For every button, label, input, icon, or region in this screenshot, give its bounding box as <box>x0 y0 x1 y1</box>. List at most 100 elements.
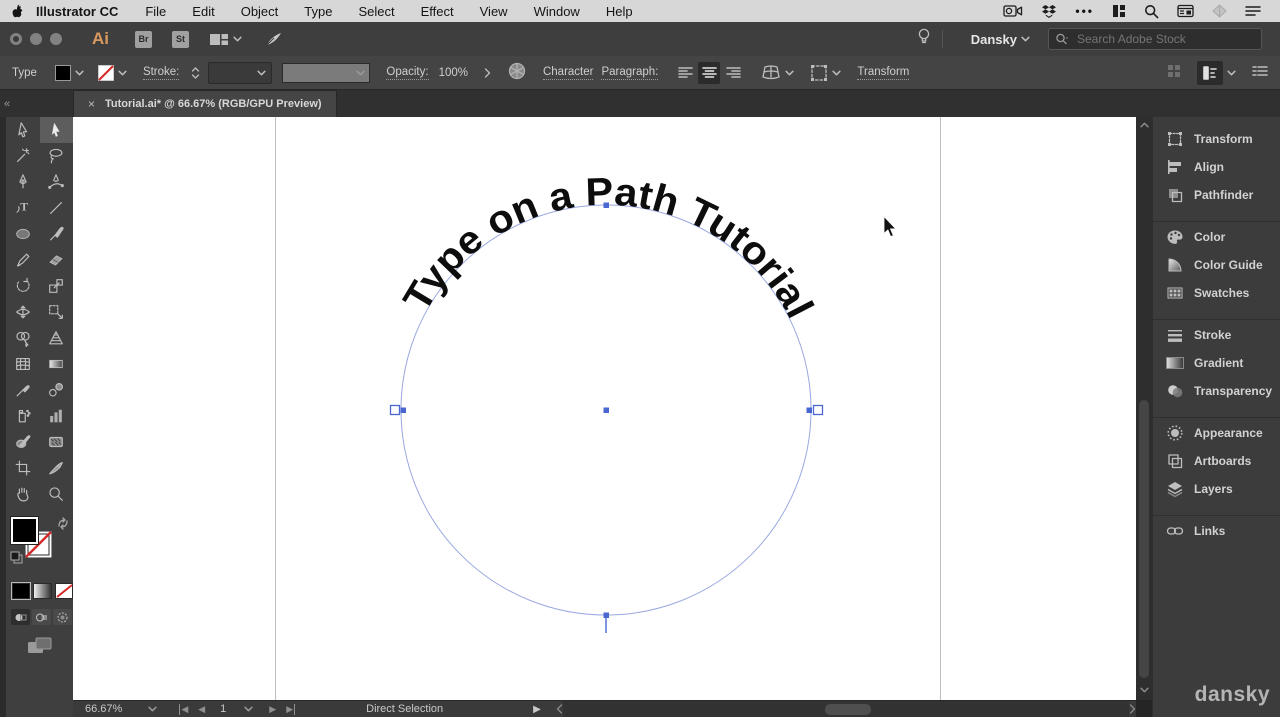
chevron-down-icon[interactable] <box>1227 70 1236 76</box>
panel-tab-transform[interactable]: Transform <box>1153 125 1280 153</box>
workspace-switcher[interactable]: Dansky <box>971 32 1030 47</box>
slice-tool[interactable] <box>40 455 74 481</box>
zoom-tool[interactable] <box>40 481 74 507</box>
paragraph-panel-label[interactable]: Paragraph: <box>601 66 659 80</box>
symbol-sprayer-tool[interactable] <box>6 403 40 429</box>
direct-selection-tool[interactable] <box>39 117 73 143</box>
magic-wand-tool[interactable] <box>6 143 40 169</box>
character-panel-label[interactable]: Character <box>542 66 594 80</box>
close-window-button[interactable] <box>10 33 22 45</box>
live-paint-selection-tool[interactable] <box>40 429 74 455</box>
fill-color-box[interactable] <box>11 517 38 544</box>
zoom-dropdown-icon[interactable] <box>148 706 157 712</box>
perspective-grid-tool[interactable] <box>40 325 74 351</box>
list-icon[interactable] <box>1245 5 1261 17</box>
rotate-tool[interactable] <box>6 273 40 299</box>
draw-normal-button[interactable] <box>11 609 30 625</box>
chevron-down-icon[interactable] <box>75 70 84 76</box>
last-artboard-button[interactable]: ▶ <box>286 703 296 715</box>
hand-tool[interactable] <box>6 481 40 507</box>
chevron-down-icon[interactable] <box>118 70 127 76</box>
minimize-window-button[interactable] <box>30 33 42 45</box>
search-icon[interactable] <box>1144 4 1159 19</box>
window-layout-icon[interactable] <box>1112 4 1126 18</box>
stock-button[interactable]: St <box>172 30 189 48</box>
line-segment-tool[interactable] <box>40 195 74 221</box>
panel-tab-color-guide[interactable]: Color Guide <box>1153 251 1280 279</box>
color-wheel-icon[interactable] <box>507 61 527 84</box>
live-paint-bucket-tool[interactable] <box>6 429 40 455</box>
screen-mode-button[interactable] <box>6 625 73 655</box>
paintbrush-tool[interactable] <box>40 221 74 247</box>
panel-menu-icon[interactable] <box>1252 65 1268 80</box>
pencil-tool[interactable] <box>6 247 40 273</box>
ellipse-tool[interactable] <box>6 221 40 247</box>
panel-tab-stroke[interactable]: Stroke <box>1153 321 1280 349</box>
chevron-right-icon[interactable] <box>484 67 491 78</box>
menu-edit[interactable]: Edit <box>192 4 214 19</box>
panel-tab-align[interactable]: Align <box>1153 153 1280 181</box>
color-button[interactable] <box>10 582 32 600</box>
scale-tool[interactable] <box>40 273 74 299</box>
menu-view[interactable]: View <box>480 4 508 19</box>
width-tool[interactable] <box>6 299 40 325</box>
blend-tool[interactable] <box>40 377 74 403</box>
eraser-tool[interactable] <box>40 247 74 273</box>
bridge-button[interactable]: Br <box>135 30 152 48</box>
panel-tab-pathfinder[interactable]: Pathfinder <box>1153 181 1280 209</box>
stroke-color-swatch[interactable] <box>97 64 114 81</box>
recolor-artwork-button[interactable] <box>761 64 794 82</box>
eyedropper-tool[interactable] <box>6 377 40 403</box>
artboard-dropdown-icon[interactable] <box>244 706 253 712</box>
status-flyout-icon[interactable]: ▶ <box>533 704 541 715</box>
more-icon[interactable]: ••• <box>1075 4 1094 18</box>
draw-inside-button[interactable] <box>53 609 72 625</box>
gradient-button[interactable] <box>33 583 52 599</box>
first-artboard-button[interactable]: ◀ <box>179 703 188 715</box>
horizontal-scrollbar-thumb[interactable] <box>824 704 871 715</box>
artboard-tool[interactable] <box>6 455 40 481</box>
align-right-button[interactable] <box>722 62 744 84</box>
menu-object[interactable]: Object <box>241 4 279 19</box>
vertical-scrollbar-thumb[interactable] <box>1139 400 1149 678</box>
menu-select[interactable]: Select <box>358 4 394 19</box>
gradient-tool[interactable] <box>40 351 74 377</box>
panel-tab-gradient[interactable]: Gradient <box>1153 349 1280 377</box>
none-button[interactable] <box>54 583 73 599</box>
calculator-icon[interactable] <box>1177 4 1194 18</box>
text-start-handle[interactable] <box>389 404 401 416</box>
pen-tool[interactable] <box>6 169 40 195</box>
adobe-stock-search[interactable] <box>1048 28 1262 50</box>
touch-workspace-icon[interactable] <box>1167 64 1181 81</box>
menu-effect[interactable]: Effect <box>421 4 454 19</box>
horizontal-scrollbar-track[interactable] <box>562 701 1129 717</box>
panel-tab-color[interactable]: Color <box>1153 223 1280 251</box>
scroll-up-icon[interactable] <box>1140 122 1149 128</box>
stroke-panel-label[interactable]: Stroke: <box>142 66 180 80</box>
select-similar-button[interactable] <box>810 64 841 82</box>
scroll-left-icon[interactable] <box>556 704 563 714</box>
column-graph-tool[interactable] <box>40 403 74 429</box>
dock-layout-button[interactable] <box>1197 60 1223 85</box>
stroke-weight-dropdown[interactable] <box>208 61 273 84</box>
opacity-label[interactable]: Opacity: <box>386 66 429 80</box>
close-tab-icon[interactable]: × <box>88 97 95 111</box>
document-tab[interactable]: × Tutorial.ai* @ 66.67% (RGB/GPU Preview… <box>73 90 337 117</box>
next-artboard-button[interactable]: ▶ <box>269 704 276 715</box>
mesh-tool[interactable] <box>6 351 40 377</box>
text-end-handle[interactable] <box>812 404 824 416</box>
app-menu[interactable]: Illustrator CC <box>36 4 118 19</box>
panel-tab-links[interactable]: Links <box>1153 517 1280 545</box>
lasso-tool[interactable] <box>40 143 74 169</box>
lightbulb-icon[interactable] <box>916 27 932 52</box>
curvature-tool[interactable] <box>40 169 74 195</box>
artboard-number[interactable]: 1 <box>220 703 226 715</box>
type-tool[interactable]: T <box>6 195 40 221</box>
menu-window[interactable]: Window <box>534 4 580 19</box>
arrange-documents-button[interactable] <box>209 32 242 47</box>
dropbox-icon[interactable] <box>1041 4 1057 19</box>
align-left-button[interactable] <box>674 62 696 84</box>
assistant-icon[interactable] <box>1212 4 1227 18</box>
shape-builder-tool[interactable] <box>6 325 40 351</box>
menu-type[interactable]: Type <box>304 4 332 19</box>
